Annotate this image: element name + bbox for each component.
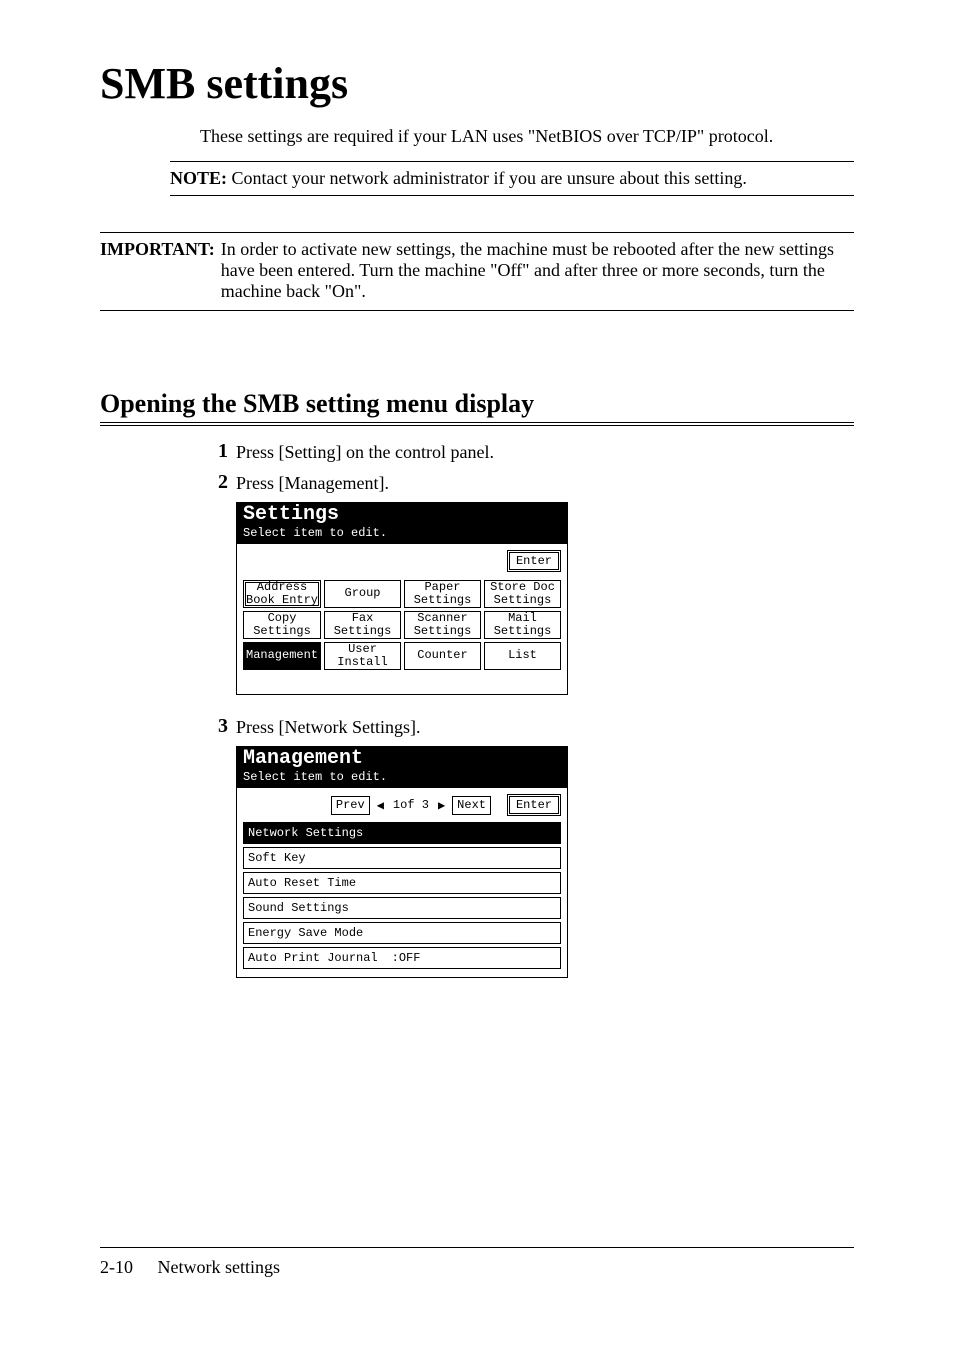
management-screen: Management Select item to edit. Prev ◀ 1… — [236, 746, 568, 978]
enter-button[interactable]: Enter — [507, 794, 561, 816]
screen2-subtitle: Select item to edit. — [243, 770, 561, 784]
page-title: SMB settings — [100, 60, 854, 108]
user-install-button[interactable]: User Install — [324, 642, 401, 670]
auto-print-journal-item[interactable]: Auto Print Journal :OFF — [243, 947, 561, 969]
step-number: 1 — [200, 440, 228, 463]
intro-text: These settings are required if your LAN … — [200, 126, 854, 147]
prev-button[interactable]: Prev — [331, 796, 370, 814]
paper-settings-button[interactable]: Paper Settings — [404, 580, 481, 608]
group-button[interactable]: Group — [324, 580, 401, 608]
right-arrow-icon: ▶ — [435, 798, 448, 813]
step-text: Press [Setting] on the control panel. — [236, 440, 494, 463]
screen1-title: Settings — [243, 505, 561, 525]
soft-key-item[interactable]: Soft Key — [243, 847, 561, 869]
list-item-label: Energy Save Mode — [248, 926, 363, 940]
mail-settings-button[interactable]: Mail Settings — [484, 611, 561, 639]
management-button[interactable]: Management — [243, 642, 321, 670]
screen1-subtitle: Select item to edit. — [243, 526, 561, 540]
step-3: 3 Press [Network Settings]. — [200, 715, 854, 738]
counter-button[interactable]: Counter — [404, 642, 481, 670]
list-item-label: Auto Reset Time — [248, 876, 356, 890]
step-text: Press [Network Settings]. — [236, 715, 420, 738]
page-footer: 2-10 Network settings — [100, 1257, 280, 1278]
fax-settings-button[interactable]: Fax Settings — [324, 611, 401, 639]
step-number: 3 — [200, 715, 228, 738]
store-doc-settings-button[interactable]: Store Doc Settings — [484, 580, 561, 608]
address-book-entry-button[interactable]: Address Book Entry — [243, 580, 321, 608]
scanner-settings-button[interactable]: Scanner Settings — [404, 611, 481, 639]
list-item-label: Soft Key — [248, 851, 306, 865]
list-button[interactable]: List — [484, 642, 561, 670]
important-block: IMPORTANT: In order to activate new sett… — [100, 232, 854, 311]
list-item-label: Auto Print Journal — [248, 951, 378, 965]
enter-button[interactable]: Enter — [507, 550, 561, 572]
step-1: 1 Press [Setting] on the control panel. — [200, 440, 854, 463]
next-button[interactable]: Next — [452, 796, 491, 814]
settings-screen: Settings Select item to edit. Enter Addr… — [236, 502, 568, 695]
note-label: NOTE: — [170, 168, 227, 188]
important-text: In order to activate new settings, the m… — [221, 239, 854, 302]
step-text: Press [Management]. — [236, 471, 389, 494]
network-settings-item[interactable]: Network Settings — [243, 822, 561, 844]
sound-settings-item[interactable]: Sound Settings — [243, 897, 561, 919]
footer-page-number: 2-10 — [100, 1257, 133, 1277]
list-item-label: Network Settings — [248, 826, 363, 840]
step-2: 2 Press [Management]. — [200, 471, 854, 494]
note-text: Contact your network administrator if yo… — [232, 168, 747, 188]
section-heading: Opening the SMB setting menu display — [100, 389, 854, 426]
step-number: 2 — [200, 471, 228, 494]
page-indicator: 1of 3 — [391, 798, 431, 812]
energy-save-mode-item[interactable]: Energy Save Mode — [243, 922, 561, 944]
footer-section: Network settings — [158, 1257, 280, 1277]
list-item-label: Sound Settings — [248, 901, 349, 915]
screen2-title: Management — [243, 749, 561, 769]
important-label: IMPORTANT: — [100, 239, 215, 260]
left-arrow-icon: ◀ — [374, 798, 387, 813]
copy-settings-button[interactable]: Copy Settings — [243, 611, 321, 639]
note-block: NOTE: Contact your network administrator… — [170, 161, 854, 196]
list-item-value: :OFF — [392, 951, 421, 965]
auto-reset-time-item[interactable]: Auto Reset Time — [243, 872, 561, 894]
